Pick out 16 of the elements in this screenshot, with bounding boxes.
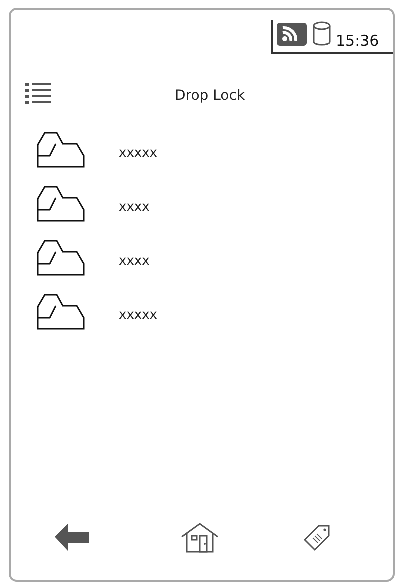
page-title: Drop Lock <box>175 87 246 106</box>
folder-name[interactable]: xxxxx <box>119 144 158 164</box>
folder-icon[interactable] <box>37 240 85 276</box>
folder-icon[interactable] <box>37 294 85 330</box>
home-icon[interactable] <box>181 523 219 553</box>
clock-time: 15:36 <box>336 34 380 49</box>
database-icon <box>312 21 332 47</box>
folder-icon[interactable] <box>37 132 85 168</box>
back-arrow-icon[interactable] <box>55 523 89 551</box>
tag-icon[interactable] <box>303 524 331 552</box>
folder-name[interactable]: xxxxx <box>119 306 158 326</box>
folder-icon[interactable] <box>37 186 85 222</box>
folder-name[interactable]: xxxx <box>119 252 150 272</box>
rss-icon <box>276 23 308 47</box>
folder-name[interactable]: xxxx <box>119 198 150 218</box>
menu-icon[interactable] <box>25 82 51 104</box>
